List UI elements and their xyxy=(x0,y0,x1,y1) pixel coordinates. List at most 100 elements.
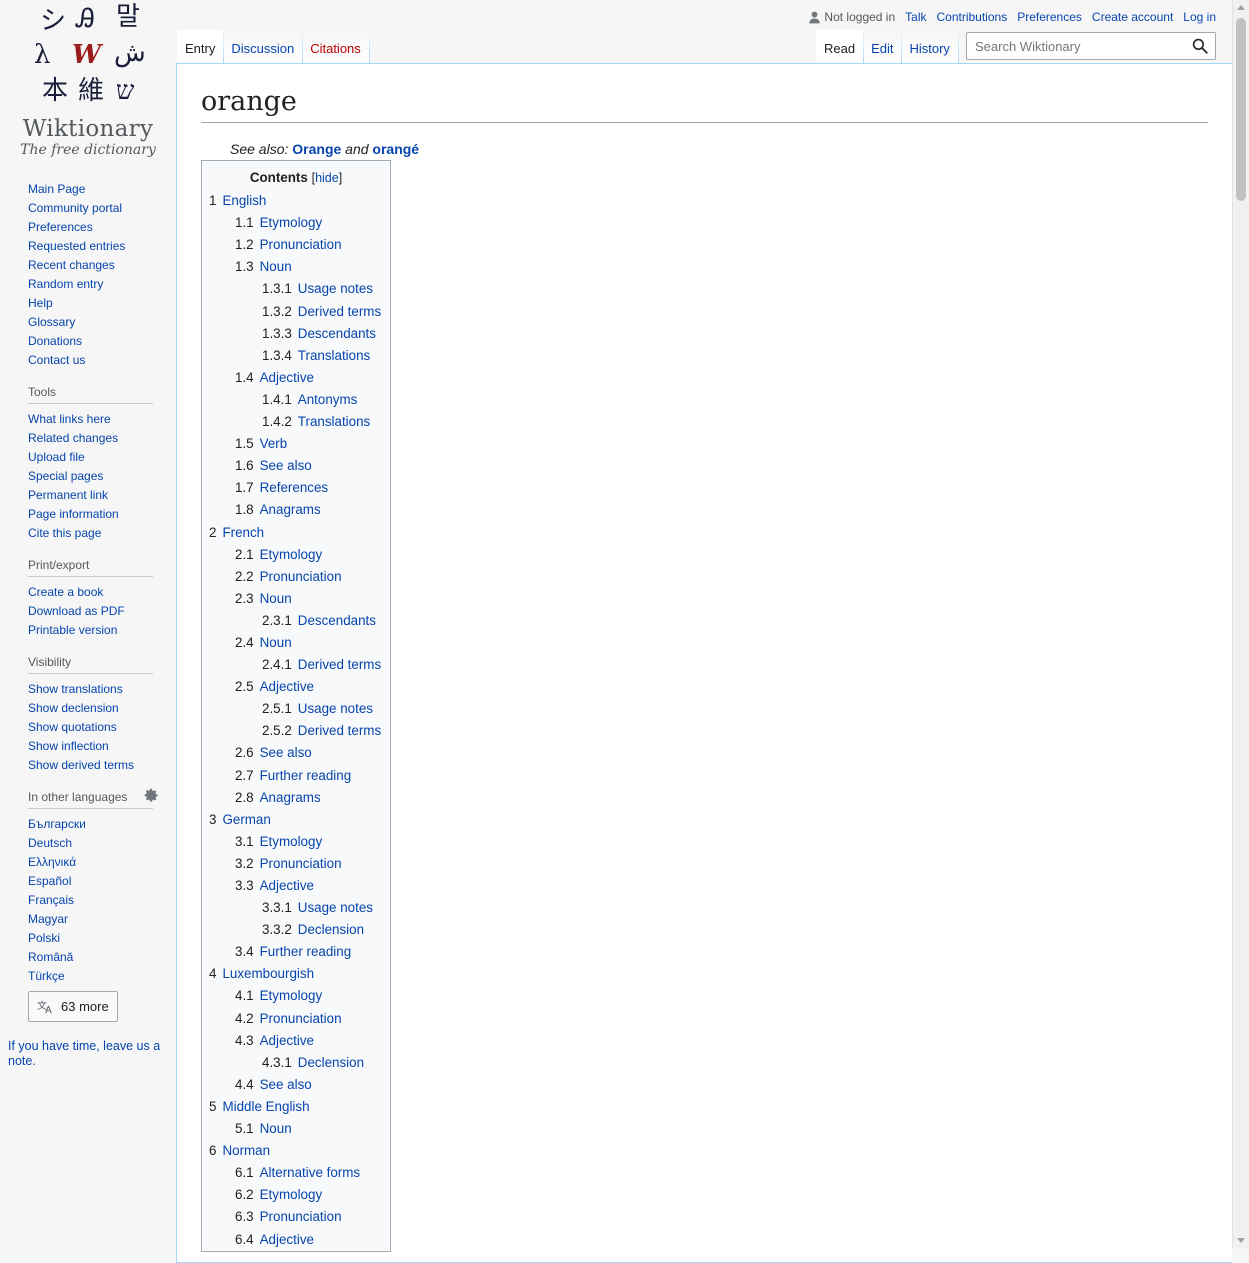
toc-item[interactable]: 2.2 Pronunciation xyxy=(209,566,383,588)
sidebar-item-cite-this-page[interactable]: Cite this page xyxy=(28,524,153,543)
sidebar-item-show-translations[interactable]: Show translations xyxy=(28,680,153,699)
sidebar-item-main-page[interactable]: Main Page xyxy=(28,180,153,199)
toc-item[interactable]: 4.3 Adjective xyxy=(209,1030,383,1052)
language-link-bulgarian[interactable]: Български xyxy=(28,815,153,834)
toc-item[interactable]: 1.3.1 Usage notes xyxy=(209,278,383,300)
sidebar-item-upload-file[interactable]: Upload file xyxy=(28,448,153,467)
more-languages-button[interactable]: 文 A 63 more xyxy=(28,991,118,1022)
toc-item[interactable]: 1.1 Etymology xyxy=(209,212,383,234)
sidebar-item-requested-entries[interactable]: Requested entries xyxy=(28,237,153,256)
toc-item[interactable]: 1.4 Adjective xyxy=(209,367,383,389)
language-link-polish[interactable]: Polski xyxy=(28,929,153,948)
toc-item[interactable]: 3.2 Pronunciation xyxy=(209,853,383,875)
toc-item[interactable]: 3.4 Further reading xyxy=(209,941,383,963)
sidebar-item-community-portal[interactable]: Community portal xyxy=(28,199,153,218)
language-link-romanian[interactable]: Română xyxy=(28,948,153,967)
toc-item[interactable]: 2.3.1 Descendants xyxy=(209,610,383,632)
language-link-hungarian[interactable]: Magyar xyxy=(28,910,153,929)
toc-item[interactable]: 2.6 See also xyxy=(209,742,383,764)
toc-toggle[interactable]: [hide] xyxy=(312,171,343,185)
sidebar-item-what-links-here[interactable]: What links here xyxy=(28,410,153,429)
toc-item[interactable]: 3.3.2 Declension xyxy=(209,919,383,941)
tab-read[interactable]: Read xyxy=(816,30,864,64)
sidebar-item-page-information[interactable]: Page information xyxy=(28,505,153,524)
sidebar-item-random-entry[interactable]: Random entry xyxy=(28,275,153,294)
toc-item[interactable]: 3.1 Etymology xyxy=(209,831,383,853)
sidebar-item-show-derived-terms[interactable]: Show derived terms xyxy=(28,756,153,775)
toc-item[interactable]: 2.8 Anagrams xyxy=(209,787,383,809)
contributions-link[interactable]: Contributions xyxy=(936,10,1007,24)
create-account-link[interactable]: Create account xyxy=(1092,10,1173,24)
tab-discussion[interactable]: Discussion xyxy=(223,30,303,64)
toc-item[interactable]: 4.4 See also xyxy=(209,1074,383,1096)
sidebar-item-glossary[interactable]: Glossary xyxy=(28,313,153,332)
sidebar-item-special-pages[interactable]: Special pages xyxy=(28,467,153,486)
sidebar-item-show-quotations[interactable]: Show quotations xyxy=(28,718,153,737)
language-link-spanish[interactable]: Español xyxy=(28,872,153,891)
sidebar-item-show-declension[interactable]: Show declension xyxy=(28,699,153,718)
sidebar-item-recent-changes[interactable]: Recent changes xyxy=(28,256,153,275)
scroll-up-arrow[interactable] xyxy=(1237,5,1245,10)
toc-item[interactable]: 1.3.3 Descendants xyxy=(209,323,383,345)
sidebar-item-related-changes[interactable]: Related changes xyxy=(28,429,153,448)
leave-note-link[interactable]: If you have time, leave us a note. xyxy=(8,1039,173,1069)
sidebar-item-help[interactable]: Help xyxy=(28,294,153,313)
toc-item[interactable]: 6.2 Etymology xyxy=(209,1184,383,1206)
toc-item[interactable]: 2.1 Etymology xyxy=(209,544,383,566)
preferences-link[interactable]: Preferences xyxy=(1017,10,1082,24)
toc-item[interactable]: 2.4.1 Derived terms xyxy=(209,654,383,676)
toc-item[interactable]: 4.2 Pronunciation xyxy=(209,1008,383,1030)
toc-item[interactable]: 2.7 Further reading xyxy=(209,765,383,787)
sidebar-item-printable-version[interactable]: Printable version xyxy=(28,621,153,640)
sidebar-item-contact-us[interactable]: Contact us xyxy=(28,351,153,370)
toc-item[interactable]: 1.7 References xyxy=(209,477,383,499)
toc-item[interactable]: 2.5.1 Usage notes xyxy=(209,698,383,720)
toc-item[interactable]: 2.3 Noun xyxy=(209,588,383,610)
toc-item[interactable]: 6.1 Alternative forms xyxy=(209,1162,383,1184)
tab-edit[interactable]: Edit xyxy=(863,30,902,64)
log-in-link[interactable]: Log in xyxy=(1183,10,1216,24)
sidebar-item-download-pdf[interactable]: Download as PDF xyxy=(28,602,153,621)
site-logo[interactable]: シ Ꭿ 말 λ W ش 本 維 ש Wiktionary The free di… xyxy=(0,0,176,165)
toc-item[interactable]: 1.4.2 Translations xyxy=(209,411,383,433)
toc-item[interactable]: 4.3.1 Declension xyxy=(209,1052,383,1074)
talk-link[interactable]: Talk xyxy=(905,10,926,24)
toc-item[interactable]: 5.1 Noun xyxy=(209,1118,383,1140)
see-also-link-orange-accent[interactable]: orangé xyxy=(372,141,419,157)
sidebar-item-preferences[interactable]: Preferences xyxy=(28,218,153,237)
search-icon[interactable] xyxy=(1192,38,1208,54)
gear-icon[interactable] xyxy=(144,788,159,803)
tab-citations[interactable]: Citations xyxy=(302,30,369,64)
toc-item[interactable]: 2.5 Adjective xyxy=(209,676,383,698)
toc-item[interactable]: 4 Luxembourgish xyxy=(209,963,383,985)
language-link-german[interactable]: Deutsch xyxy=(28,834,153,853)
toc-item[interactable]: 1.6 See also xyxy=(209,455,383,477)
language-link-greek[interactable]: Ελληνικά xyxy=(28,853,153,872)
toc-item[interactable]: 1.5 Verb xyxy=(209,433,383,455)
toc-item[interactable]: 6.3 Pronunciation xyxy=(209,1206,383,1228)
toc-item[interactable]: 3.3 Adjective xyxy=(209,875,383,897)
sidebar-item-create-book[interactable]: Create a book xyxy=(28,583,153,602)
toc-item[interactable]: 3.3.1 Usage notes xyxy=(209,897,383,919)
toc-item[interactable]: 3 German xyxy=(209,809,383,831)
toc-item[interactable]: 2.4 Noun xyxy=(209,632,383,654)
toc-item[interactable]: 1.3.2 Derived terms xyxy=(209,301,383,323)
toc-item[interactable]: 6 Norman xyxy=(209,1140,383,1162)
search-input[interactable] xyxy=(973,38,1183,55)
toc-item[interactable]: 1 English xyxy=(209,190,383,212)
toc-item[interactable]: 2.5.2 Derived terms xyxy=(209,720,383,742)
toc-item[interactable]: 6.4 Adjective xyxy=(209,1229,383,1251)
toc-item[interactable]: 1.3.4 Translations xyxy=(209,345,383,367)
tab-entry[interactable]: Entry xyxy=(177,30,224,64)
toc-item[interactable]: 1.4.1 Antonyms xyxy=(209,389,383,411)
sidebar-item-permanent-link[interactable]: Permanent link xyxy=(28,486,153,505)
language-link-french[interactable]: Français xyxy=(28,891,153,910)
sidebar-item-donations[interactable]: Donations xyxy=(28,332,153,351)
toc-item[interactable]: 2 French xyxy=(209,522,383,544)
toc-item[interactable]: 1.8 Anagrams xyxy=(209,499,383,521)
toc-item[interactable]: 1.2 Pronunciation xyxy=(209,234,383,256)
page-scrollbar[interactable] xyxy=(1232,0,1249,1248)
see-also-link-orange[interactable]: Orange xyxy=(292,141,341,157)
language-link-turkish[interactable]: Türkçe xyxy=(28,967,153,986)
tab-history[interactable]: History xyxy=(901,30,958,64)
